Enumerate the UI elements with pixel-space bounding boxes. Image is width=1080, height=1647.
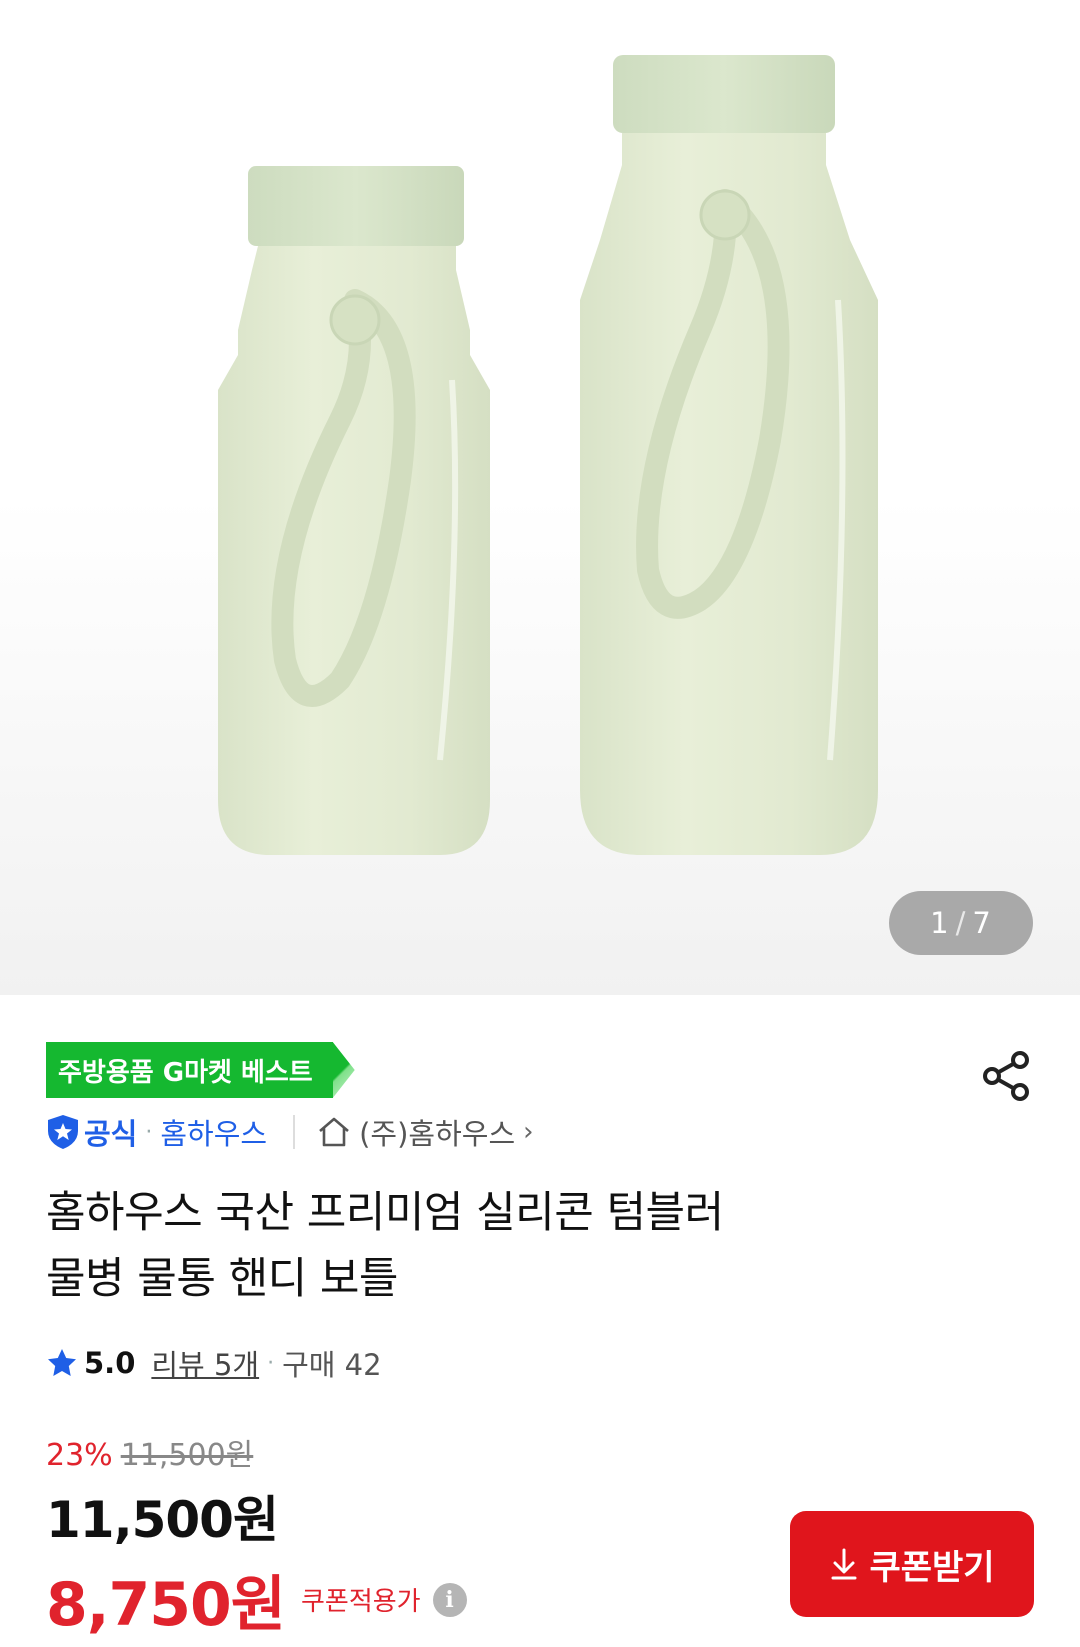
get-coupon-label: 쿠폰받기	[869, 1547, 995, 1588]
share-button[interactable]	[980, 1049, 1034, 1103]
rating-row: 5.0 리뷰 5개 · 구매 42	[46, 1342, 1034, 1384]
share-icon	[983, 1051, 1029, 1101]
image-counter: 1 / 7	[889, 891, 1033, 955]
coupon-price: 8,750원	[46, 1570, 286, 1640]
product-image-gallery[interactable]: 1 / 7	[0, 0, 1080, 995]
coupon-price-label: 쿠폰적용가	[301, 1587, 421, 1617]
download-arrow-icon	[831, 1548, 857, 1580]
home-icon	[319, 1117, 349, 1147]
image-counter-separator: /	[955, 906, 967, 940]
get-coupon-button[interactable]: 쿠폰받기	[790, 1511, 1034, 1617]
rating-score: 5.0	[84, 1346, 136, 1380]
chevron-right-icon: ›	[523, 1117, 534, 1147]
discount-row: 23% 11,500원	[46, 1430, 1034, 1474]
shop-name: (주)홈하우스	[359, 1117, 516, 1151]
official-badge: 공식	[46, 1111, 137, 1153]
original-price: 11,500원	[120, 1438, 254, 1473]
discount-rate: 23%	[46, 1438, 113, 1473]
silicone-bottle-pair-image	[218, 55, 878, 855]
shield-icon	[48, 1115, 78, 1149]
divider	[293, 1115, 296, 1149]
rating-separator-dot: ·	[267, 1350, 275, 1376]
product-title: 홈하우스 국산 프리미엄 실리콘 텀블러 물병 물통 핸디 보틀	[46, 1180, 946, 1312]
image-counter-total: 7	[972, 906, 992, 940]
product-title-line-1: 홈하우스 국산 프리미엄 실리콘 텀블러	[46, 1188, 724, 1238]
best-seller-badge[interactable]: 주방용품 G마켓 베스트	[46, 1042, 355, 1098]
purchase-count: 구매 42	[282, 1348, 382, 1382]
image-counter-current: 1	[930, 906, 950, 940]
separator-dot: ·	[145, 1119, 153, 1145]
product-title-line-2: 물병 물통 핸디 보틀	[46, 1254, 399, 1304]
seller-row: 공식 · 홈하우스 (주)홈하우스 ›	[46, 1112, 1034, 1152]
info-icon[interactable]: i	[432, 1582, 467, 1617]
star-icon	[48, 1349, 76, 1376]
seller-name-link[interactable]: 홈하우스	[160, 1111, 267, 1153]
review-count-link[interactable]: 리뷰 5개	[151, 1342, 259, 1384]
shop-link[interactable]: (주)홈하우스 ›	[317, 1111, 534, 1153]
official-label: 공식	[84, 1117, 138, 1151]
best-seller-badge-label: 주방용품 G마켓 베스트	[46, 1042, 333, 1098]
